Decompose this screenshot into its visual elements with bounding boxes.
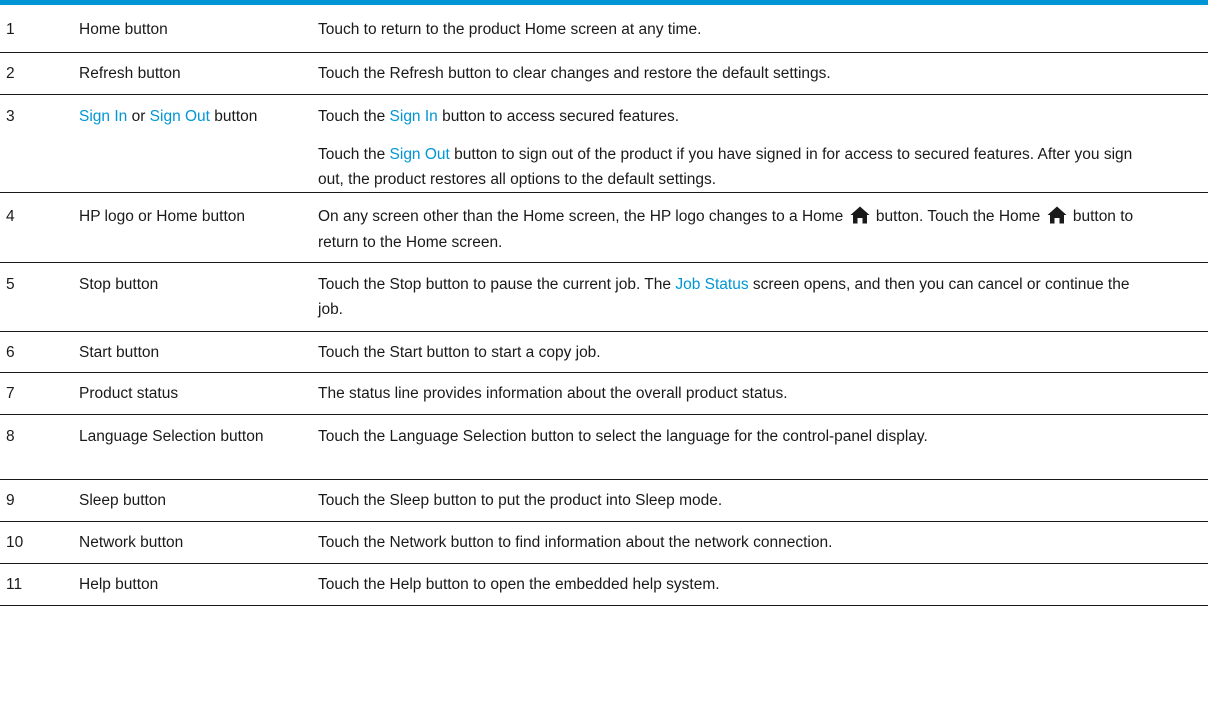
row-item: Network button [79,534,184,551]
desc-text: button to access secured features. [437,108,680,125]
row-number: 3 [6,108,15,125]
table-row: 5 Stop button Touch the Stop button to p… [0,263,1208,332]
sign-out-link[interactable]: Sign Out [150,108,210,125]
row-description: Touch to return to the product Home scre… [318,21,702,38]
row-description: Touch the Network button to find informa… [318,534,833,551]
table-row: 8 Language Selection button Touch the La… [0,415,1208,480]
row-description: Touch the Refresh button to clear change… [318,65,831,82]
row-number: 6 [6,344,15,361]
row-item: Home button [79,21,168,38]
row-item: Sleep button [79,492,167,509]
table-row: 10 Network button Touch the Network butt… [0,522,1208,564]
row-item-connector: or [127,108,150,125]
table-row: 7 Product status The status line provide… [0,373,1208,415]
row-item: Product status [79,385,179,402]
row-number: 7 [6,385,15,402]
row-number: 11 [6,576,23,593]
job-status-link[interactable]: Job Status [675,276,748,293]
row-description: Touch the Start button to start a copy j… [318,344,601,361]
row-description: Touch the Language Selection button to s… [318,428,928,445]
row-item: Refresh button [79,65,181,82]
row-item-suffix: button [209,108,258,125]
row-item: Stop button [79,276,159,293]
table-row: 2 Refresh button Touch the Refresh butto… [0,53,1208,95]
row-item: HP logo or Home button [79,208,246,225]
row-item: Start button [79,344,160,361]
row-number: 1 [6,21,15,38]
home-icon [850,206,870,224]
row-description: The status line provides information abo… [318,385,788,402]
table-row: 4 HP logo or Home button On any screen o… [0,193,1208,263]
row-description: Touch the Stop button to pause the curre… [318,272,1158,322]
table-row: 6 Start button Touch the Start button to… [0,332,1208,373]
row-description: Touch the Sign In button to access secur… [318,104,1198,129]
desc-text: Touch the [318,146,390,163]
sign-in-link[interactable]: Sign In [390,108,438,125]
row-number: 10 [6,534,24,551]
row-description-second: Touch the Sign Out button to sign out of… [318,142,1158,192]
table-row: 3 Sign In or Sign Out button Touch the S… [0,95,1208,193]
table-row: 1 Home button Touch to return to the pro… [0,5,1208,53]
sign-in-link[interactable]: Sign In [79,108,127,125]
desc-text: button. Touch the Home [871,208,1045,225]
desc-text: Touch the Stop button to pause the curre… [318,276,676,293]
table-row: 11 Help button Touch the Help button to … [0,564,1208,606]
row-item: Language Selection button [79,428,264,445]
home-icon [1047,206,1067,224]
row-number: 9 [6,492,15,509]
row-item: Sign In or Sign Out button [79,104,309,129]
desc-text: On any screen other than the Home screen… [318,208,848,225]
row-number: 5 [6,276,15,293]
desc-text: Touch the [318,108,390,125]
row-description: Touch the Help button to open the embedd… [318,576,720,593]
row-item: Help button [79,576,159,593]
control-panel-table: 1 Home button Touch to return to the pro… [0,0,1208,606]
table-row: 9 Sleep button Touch the Sleep button to… [0,480,1208,522]
row-number: 4 [6,208,15,225]
row-description: Touch the Sleep button to put the produc… [318,492,723,509]
sign-out-link[interactable]: Sign Out [390,146,450,163]
row-number: 8 [6,428,15,445]
row-number: 2 [6,65,15,82]
row-description: On any screen other than the Home screen… [318,204,1148,256]
